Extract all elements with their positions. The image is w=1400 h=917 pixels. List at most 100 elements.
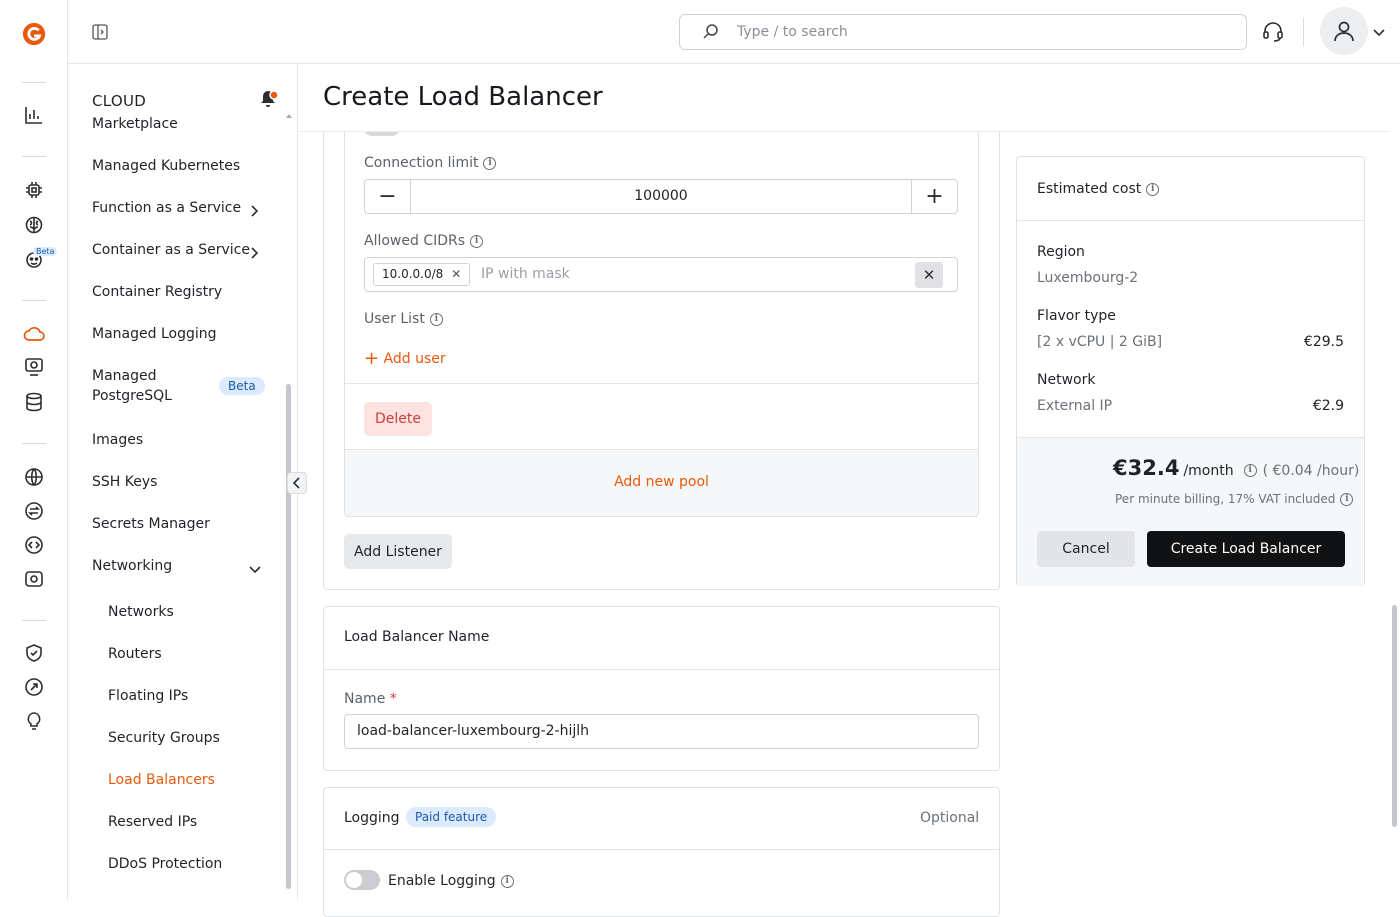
total-cost: €32.4/month i ( €0.04 /hour) [1113, 456, 1359, 480]
icon-rail: Beta [0, 0, 68, 900]
plus-icon: + [364, 348, 380, 369]
media-icon[interactable] [22, 567, 46, 591]
sidebar-item-security-groups[interactable]: Security Groups [108, 730, 220, 746]
sidebar-item-container-registry[interactable]: Container Registry [92, 284, 222, 300]
remove-chip-icon[interactable]: ✕ [451, 267, 461, 281]
sidebar-item-routers[interactable]: Routers [108, 646, 162, 662]
add-listener-button[interactable]: Add Listener [344, 534, 452, 569]
lightbulb-icon[interactable] [22, 709, 46, 733]
search-input[interactable]: Type / to search [679, 14, 1247, 50]
collapse-sidebar-button[interactable] [287, 472, 307, 494]
chevron-down-icon[interactable] [248, 561, 262, 580]
create-load-balancer-button[interactable]: Create Load Balancer [1147, 531, 1345, 567]
chevron-right-icon [248, 203, 260, 222]
divider [324, 849, 999, 850]
user-list-label: User List i [364, 311, 443, 327]
name-field-value: load-balancer-luxembourg-2-hijlh [357, 723, 590, 739]
allowed-cidrs-input[interactable]: 10.0.0.0/8 ✕ IP with mask ✕ [364, 257, 958, 292]
compute-chip-icon[interactable] [22, 178, 46, 202]
enable-logging-toggle[interactable] [344, 870, 380, 890]
exchange-icon[interactable] [22, 499, 46, 523]
region-label: Region [1037, 244, 1085, 260]
user-list-text: User List [364, 311, 425, 327]
divider [345, 383, 978, 384]
avatar[interactable] [1320, 7, 1368, 55]
enable-logging-label: Enable Logging i [388, 873, 514, 889]
page-scrollbar[interactable] [1392, 605, 1397, 827]
globe-icon[interactable] [22, 465, 46, 489]
sidebar-item-ssh-keys[interactable]: SSH Keys [92, 474, 157, 490]
cidr-placeholder: IP with mask [481, 266, 570, 282]
scroll-up-arrow[interactable] [286, 114, 292, 118]
info-icon[interactable]: i [1146, 182, 1160, 196]
support-headset-icon[interactable] [1262, 20, 1284, 46]
increment-button[interactable]: + [911, 180, 957, 213]
sidebar-item-managed-kubernetes[interactable]: Managed Kubernetes [92, 158, 240, 174]
enable-logging-text: Enable Logging [388, 873, 496, 889]
logo-icon[interactable] [22, 22, 46, 46]
desktop-icon[interactable] [22, 355, 46, 379]
sidebar-item-managed-logging[interactable]: Managed Logging [92, 326, 217, 342]
sidebar-item-networking[interactable]: Networking [92, 558, 172, 574]
sidebar-toggle-icon[interactable] [92, 24, 108, 44]
clear-input-button[interactable]: ✕ [915, 262, 943, 288]
network-value: External IP [1037, 398, 1113, 414]
shield-icon[interactable] [22, 641, 46, 665]
sidebar-item-floating-ips[interactable]: Floating IPs [108, 688, 188, 704]
info-icon[interactable]: i [500, 874, 514, 888]
info-icon[interactable]: i [1340, 493, 1354, 506]
delete-pool-button[interactable]: Delete [364, 402, 432, 436]
migration-icon[interactable] [22, 675, 46, 699]
page-title: Create Load Balancer [323, 82, 603, 112]
sidebar: CLOUD Marketplace Managed Kubernetes Fun… [68, 64, 298, 900]
cancel-button[interactable]: Cancel [1037, 531, 1135, 567]
cloud-icon[interactable] [22, 322, 46, 346]
sidebar-item-ddos-protection[interactable]: DDoS Protection [108, 856, 222, 872]
allowed-cidrs-text: Allowed CIDRs [364, 233, 466, 249]
connection-limit-label: Connection limit i [364, 155, 497, 171]
sidebar-item-reserved-ips[interactable]: Reserved IPs [108, 814, 197, 830]
ai-brain-icon[interactable] [22, 213, 46, 237]
connection-limit-text: Connection limit [364, 155, 479, 171]
database-icon[interactable] [22, 390, 46, 414]
sidebar-item-container-as-a-service[interactable]: Container as a Service [92, 242, 250, 258]
network-label: Network [1037, 372, 1096, 388]
name-label-text: Name [344, 691, 386, 707]
info-icon[interactable]: i [429, 312, 443, 326]
estimated-cost-title: Estimated cost i [1037, 181, 1160, 197]
beta-badge: Beta [33, 247, 58, 256]
analytics-icon[interactable] [22, 103, 46, 127]
estimated-cost-panel: Estimated cost i Region Luxembourg-2 Flav… [1016, 156, 1365, 586]
sidebar-scrollbar[interactable] [286, 384, 291, 889]
connection-limit-value[interactable]: 100000 [411, 188, 911, 204]
decrement-button[interactable]: − [365, 180, 411, 213]
required-mark: * [389, 691, 397, 707]
info-icon[interactable]: i [483, 156, 497, 170]
add-new-pool-button[interactable]: Add new pool [345, 474, 978, 490]
divider [1303, 18, 1304, 46]
name-field[interactable]: load-balancer-luxembourg-2-hijlh [344, 714, 979, 749]
sidebar-item-label: Managed [92, 368, 157, 384]
sidebar-item-function-as-a-service[interactable]: Function as a Service [92, 200, 241, 216]
per-hour-label: ( €0.04 /hour) [1262, 463, 1360, 479]
divider [1017, 220, 1364, 221]
name-label: Name * [344, 691, 397, 707]
info-icon[interactable]: i [470, 234, 484, 248]
sidebar-item-networks[interactable]: Networks [108, 604, 174, 620]
sidebar-item-managed-postgresql[interactable]: Managed PostgreSQL [92, 368, 172, 404]
sidebar-item-secrets-manager[interactable]: Secrets Manager [92, 516, 210, 532]
flavor-value: [2 x vCPU | 2 GiB] [1037, 334, 1163, 350]
add-user-button[interactable]: + Add user [364, 348, 446, 369]
info-icon[interactable]: i [1243, 464, 1257, 477]
code-icon[interactable] [22, 533, 46, 557]
sidebar-item-marketplace[interactable]: Marketplace [92, 116, 178, 132]
sidebar-item-label: PostgreSQL [92, 388, 172, 404]
chevron-down-icon[interactable] [1372, 24, 1386, 43]
connection-limit-stepper[interactable]: − 100000 + [364, 179, 958, 214]
allowed-cidrs-label: Allowed CIDRs i [364, 233, 484, 249]
sidebar-item-images[interactable]: Images [92, 432, 143, 448]
notification-bell-icon[interactable] [258, 88, 280, 114]
sidebar-item-load-balancers[interactable]: Load Balancers [108, 772, 215, 788]
total-amount: €32.4 [1113, 456, 1180, 480]
region-value: Luxembourg-2 [1037, 270, 1139, 286]
